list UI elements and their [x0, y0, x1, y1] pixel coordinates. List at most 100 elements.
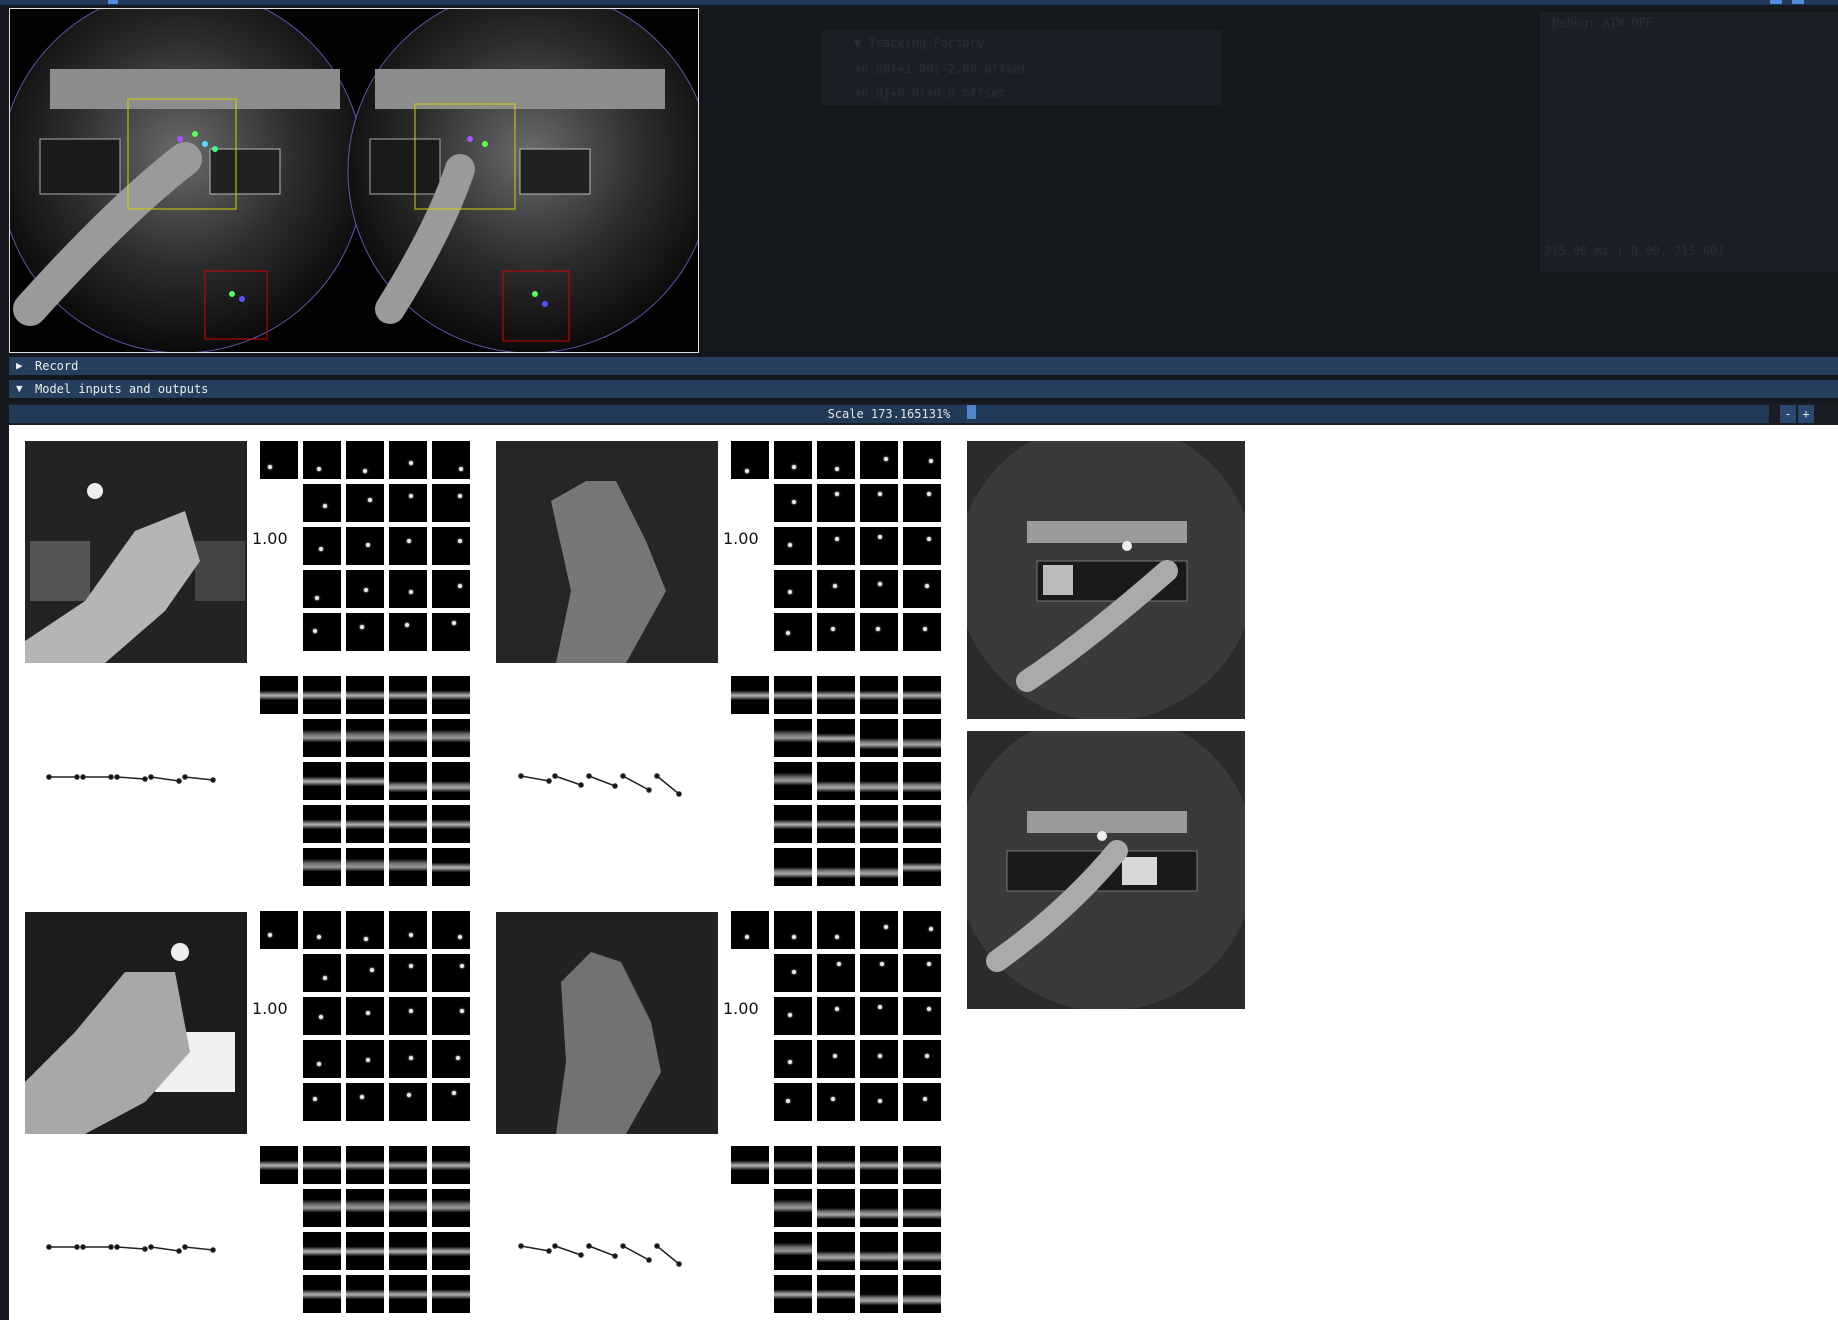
orientation-tile — [303, 1146, 341, 1184]
heatmap-tile — [432, 613, 470, 651]
scale-slider[interactable]: Scale 173.165131% — [9, 405, 1769, 423]
heatmap-tile — [774, 954, 812, 992]
heatmap-tile — [389, 954, 427, 992]
orientation-tile — [903, 1189, 941, 1227]
heatmap-tile — [860, 527, 898, 565]
orientation-tile — [432, 676, 470, 714]
heatmap-tile — [346, 1040, 384, 1078]
heatmap-tile — [731, 911, 769, 949]
orientation-tile — [860, 1275, 898, 1313]
heatmap-tile — [903, 527, 941, 565]
orientation-tile — [432, 719, 470, 757]
heatmap-tile — [432, 954, 470, 992]
heatmap-tile — [432, 570, 470, 608]
heatmap-tile — [432, 441, 470, 479]
orientation-tile — [860, 848, 898, 886]
orientation-tile — [860, 719, 898, 757]
heatmap-tile — [903, 484, 941, 522]
orientation-tile — [817, 1146, 855, 1184]
orientation-tile — [817, 762, 855, 800]
orientation-tile — [389, 1189, 427, 1227]
heatmap-tile — [303, 1083, 341, 1121]
orientation-tile — [774, 762, 812, 800]
orientation-tile — [389, 1275, 427, 1313]
scale-slider-label: Scale 173.165131% — [827, 407, 951, 421]
orientation-tile — [303, 1232, 341, 1270]
heatmap-tile — [432, 527, 470, 565]
heatmap-tile — [860, 570, 898, 608]
orientation-tile — [303, 762, 341, 800]
heatmap-tile — [817, 613, 855, 651]
heatmap-tile — [389, 1083, 427, 1121]
heatmap-tile — [303, 441, 341, 479]
scale-plus-button[interactable]: + — [1798, 405, 1814, 423]
heatmap-tile — [860, 484, 898, 522]
heatmap-tile — [860, 911, 898, 949]
orientation-tile — [903, 762, 941, 800]
orientation-tile — [860, 676, 898, 714]
stereo-camera-image — [10, 9, 698, 352]
orientation-tile — [432, 1189, 470, 1227]
heatmap-tile — [303, 911, 341, 949]
model-io-viewer: 1.00 1.00 1.00 1.00 — [9, 425, 1838, 1320]
bone-chain-diagram — [518, 773, 682, 797]
timing-readout: 215.00 ms | 0.00, 215.00] — [1544, 244, 1725, 258]
scale-slider-grab[interactable] — [967, 405, 976, 419]
heatmap-tile — [389, 613, 427, 651]
heatmap-tile — [303, 570, 341, 608]
heatmap-tile — [774, 1040, 812, 1078]
orientation-tile — [432, 1275, 470, 1313]
heatmap-tile — [817, 997, 855, 1035]
orientation-tile — [860, 762, 898, 800]
model-io-header[interactable]: ▼ Model inputs and outputs — [9, 380, 1838, 398]
orientation-tile — [303, 719, 341, 757]
full-camera-image — [967, 441, 1245, 719]
title-bar — [0, 0, 1838, 5]
heatmap-tile — [860, 613, 898, 651]
orientation-tile — [817, 1232, 855, 1270]
heatmap-tile — [860, 441, 898, 479]
scale-control: Scale 173.165131% - + — [9, 403, 1838, 425]
heatmap-tile — [260, 911, 298, 949]
orientation-tile — [303, 1189, 341, 1227]
orientation-tile — [389, 1232, 427, 1270]
heatmap-tile — [432, 1040, 470, 1078]
tracking-factory-window: ▼ Tracking Factory +0.00|+1.00|-2.00 off… — [822, 30, 1222, 105]
orientation-tile — [432, 762, 470, 800]
heatmap-tile — [903, 1040, 941, 1078]
window-button-left[interactable] — [1770, 0, 1782, 4]
confidence-label: 1.00 — [723, 529, 759, 548]
heatmap-tile — [860, 954, 898, 992]
heatmap-tile — [774, 997, 812, 1035]
orientation-tile — [346, 719, 384, 757]
record-header[interactable]: ▶ Record — [9, 357, 1838, 375]
scale-minus-button[interactable]: - — [1780, 405, 1796, 423]
heatmap-tile — [346, 613, 384, 651]
orientation-tile — [774, 805, 812, 843]
orientation-tile — [817, 848, 855, 886]
window-button-right[interactable] — [1792, 0, 1804, 4]
orientation-tile — [860, 1189, 898, 1227]
heatmap-tile — [346, 1083, 384, 1121]
stereo-camera-view — [9, 8, 699, 353]
heatmap-tile — [260, 441, 298, 479]
heatmap-tile — [303, 613, 341, 651]
heatmap-tile — [303, 954, 341, 992]
confidence-label: 1.00 — [252, 529, 288, 548]
heatmap-tile — [860, 997, 898, 1035]
heatmap-tile — [389, 441, 427, 479]
orientation-tile — [774, 676, 812, 714]
orientation-tile — [817, 805, 855, 843]
orientation-tile — [346, 676, 384, 714]
heatmap-tile — [817, 484, 855, 522]
heatmap-tile — [303, 527, 341, 565]
bone-chain-diagram — [518, 1243, 682, 1267]
heatmap-tile — [389, 911, 427, 949]
record-header-label: Record — [35, 359, 79, 373]
heatmap-tile — [303, 1040, 341, 1078]
heatmap-tile — [303, 484, 341, 522]
heatmap-tile — [860, 1040, 898, 1078]
bone-chain-diagram — [46, 1244, 216, 1254]
orientation-tile — [860, 805, 898, 843]
full-camera-image — [967, 731, 1245, 1009]
